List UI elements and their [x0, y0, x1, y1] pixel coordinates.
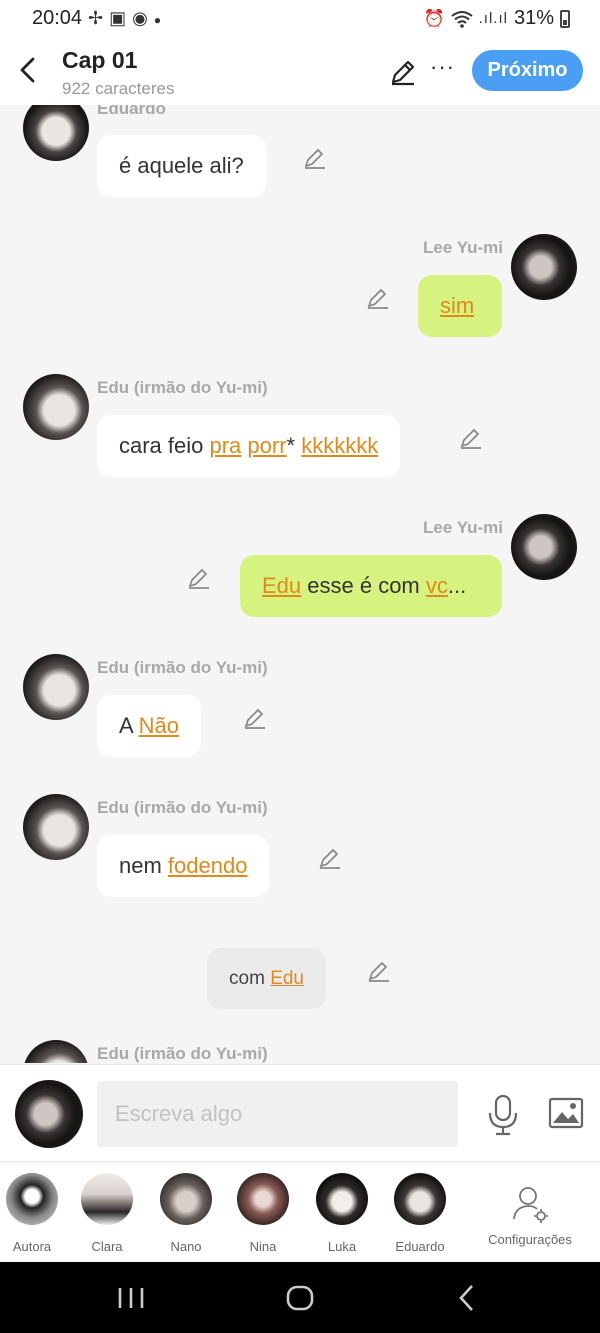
speaker-name: Lee Yu-mi	[423, 518, 503, 537]
message-bubble[interactable]: sim	[418, 275, 502, 337]
message-text: *	[286, 433, 302, 458]
highlighted-word: Edu	[262, 573, 302, 598]
character-selector: Autora Clara Nano Nina Luka Eduardo Conf…	[0, 1163, 600, 1261]
wifi-icon	[451, 10, 473, 28]
speaker-name: Edu (irmão do Yu-mi)	[97, 798, 268, 817]
message-bubble[interactable]: Edu esse é com vc...	[240, 555, 502, 617]
back-arrow-icon[interactable]	[12, 52, 42, 88]
highlighted-word: pra	[209, 433, 242, 458]
user-settings-icon	[513, 1187, 548, 1223]
character-nano[interactable]: Nano	[147, 1173, 225, 1254]
speaker-name: Edu (irmão do Yu-mi)	[97, 378, 268, 397]
message-bubble[interactable]: cara feio pra porr * kkkkkkk	[97, 415, 401, 477]
next-button[interactable]: Próximo	[472, 50, 583, 91]
edit-message-icon[interactable]	[318, 846, 342, 870]
image-icon[interactable]	[548, 1097, 584, 1129]
message-text: nem	[119, 853, 168, 878]
chapter-title: Cap 01	[62, 47, 138, 73]
status-notification-icons: ✢▣◉●	[88, 8, 167, 29]
character-eduardo[interactable]: Eduardo	[381, 1173, 459, 1254]
settings-button[interactable]: Configurações	[470, 1185, 590, 1247]
message-bubble[interactable]: nem fodendo	[97, 835, 270, 897]
character-name: Autora	[12, 1239, 52, 1254]
avatar-lee-yu-mi[interactable]	[511, 514, 577, 580]
message-input[interactable]	[97, 1081, 458, 1147]
message-bubble[interactable]: é aquele ali?	[97, 135, 266, 197]
narration-bubble[interactable]: com Edu	[207, 948, 326, 1009]
edit-message-icon[interactable]	[243, 706, 267, 730]
current-speaker-avatar[interactable]	[15, 1080, 83, 1148]
avatar-edu[interactable]	[23, 794, 89, 860]
battery-level: 31%	[513, 7, 554, 29]
character-avatar	[394, 1173, 446, 1225]
home-icon[interactable]	[282, 1280, 318, 1316]
microphone-icon[interactable]	[486, 1093, 520, 1137]
character-name: Luka	[327, 1239, 357, 1254]
character-nina[interactable]: Nina	[224, 1173, 302, 1254]
speaker-name: Lee Yu-mi	[423, 238, 503, 257]
character-clara[interactable]: Clara	[68, 1173, 146, 1254]
character-autora[interactable]: Autora	[0, 1173, 71, 1254]
message-text: cara feio	[119, 433, 210, 458]
pen-icon[interactable]	[388, 57, 418, 87]
status-time: 20:04	[32, 7, 83, 29]
message-composer	[0, 1064, 600, 1162]
gallery-icon: ▣	[109, 8, 133, 28]
chapter-header: Cap 01 922 caracteres ··· Próximo	[0, 40, 600, 105]
message-text: com	[229, 967, 271, 989]
character-luka[interactable]: Luka	[303, 1173, 381, 1254]
character-count: 922 caracteres	[62, 79, 175, 98]
more-options-icon[interactable]: ···	[430, 54, 455, 80]
character-name: Eduardo	[395, 1239, 445, 1254]
back-icon[interactable]	[455, 1280, 479, 1316]
character-avatar	[237, 1173, 289, 1225]
highlighted-word: Edu	[270, 967, 304, 989]
highlighted-word: kkkkkkk	[301, 433, 379, 458]
battery-icon	[560, 9, 570, 28]
edit-message-icon[interactable]	[367, 959, 391, 983]
highlighted-word: Não	[138, 713, 179, 738]
message-bubble[interactable]: A Não	[97, 695, 201, 757]
message-text: ...	[447, 573, 467, 598]
highlighted-word: porr	[247, 433, 287, 458]
ball-icon: ◉	[132, 8, 154, 28]
character-avatar	[160, 1173, 212, 1225]
avatar-edu[interactable]	[23, 1040, 89, 1063]
character-name: Clara	[91, 1239, 123, 1254]
message-text: esse é com	[301, 573, 426, 598]
status-bar: 20:04 ✢▣◉● ⏰ .ıl.ıl 31%	[0, 0, 600, 40]
edit-message-icon[interactable]	[459, 426, 483, 450]
highlighted-word: vc	[425, 573, 448, 598]
edit-message-icon[interactable]	[187, 566, 211, 590]
status-system-icons: ⏰ .ıl.ıl 31%	[423, 7, 570, 30]
message-text: sim	[440, 293, 475, 318]
edit-message-icon[interactable]	[303, 146, 327, 170]
avatar-edu[interactable]	[23, 374, 89, 440]
highlighted-word: fodendo	[167, 853, 248, 878]
character-name: Nina	[249, 1239, 277, 1254]
speaker-name: Eduardo	[97, 105, 166, 118]
message-text: A	[119, 713, 139, 738]
avatar-lee-yu-mi[interactable]	[511, 234, 577, 300]
avatar-edu[interactable]	[23, 654, 89, 720]
settings-label: Configurações	[488, 1232, 572, 1247]
chat-area[interactable]: Eduardo é aquele ali? Lee Yu-mi sim Edu …	[0, 105, 600, 1063]
character-avatar	[6, 1173, 58, 1225]
fan-icon: ✢	[88, 8, 110, 28]
character-avatar	[316, 1173, 368, 1225]
recent-apps-icon[interactable]	[116, 1280, 146, 1316]
avatar-eduardo[interactable]	[23, 105, 89, 161]
character-avatar	[81, 1173, 133, 1225]
edit-message-icon[interactable]	[366, 286, 390, 310]
dot-icon: ●	[153, 13, 168, 27]
system-nav-bar	[0, 1262, 600, 1333]
signal-icon: .ıl.ıl	[478, 10, 508, 27]
character-name: Nano	[170, 1239, 202, 1254]
alarm-icon: ⏰	[423, 8, 445, 28]
speaker-name: Edu (irmão do Yu-mi)	[97, 1044, 268, 1063]
message-text: é aquele ali?	[119, 153, 244, 178]
speaker-name: Edu (irmão do Yu-mi)	[97, 658, 268, 677]
